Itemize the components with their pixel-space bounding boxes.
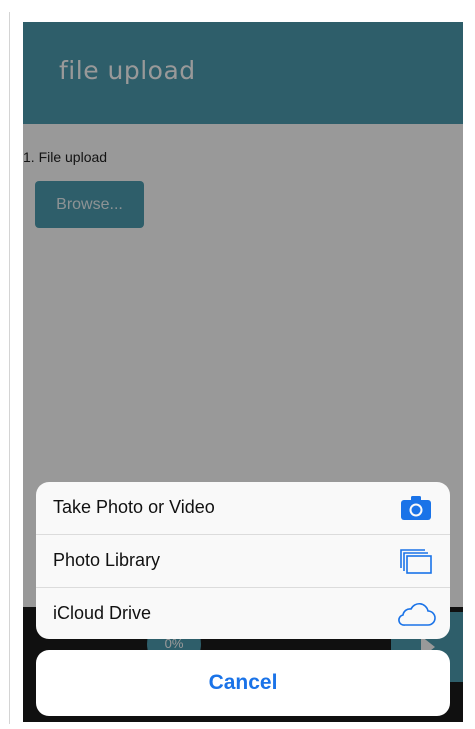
sheet-item-label: Take Photo or Video (53, 497, 215, 517)
photo-library-icon (400, 549, 432, 574)
sheet-item-photo-library[interactable]: Photo Library (36, 535, 450, 588)
sheet-item-label: Photo Library (53, 550, 161, 570)
camera-icon (401, 496, 431, 520)
page-divider (9, 12, 10, 724)
cancel-button[interactable]: Cancel (36, 650, 450, 716)
sheet-item-label: iCloud Drive (53, 603, 152, 623)
sheet-item-take-photo[interactable]: Take Photo or Video (36, 482, 450, 535)
action-sheet: Take Photo or Video Photo Library iCloud… (36, 482, 450, 639)
cloud-icon (398, 603, 436, 626)
sheet-item-icloud-drive[interactable]: iCloud Drive (36, 588, 450, 639)
